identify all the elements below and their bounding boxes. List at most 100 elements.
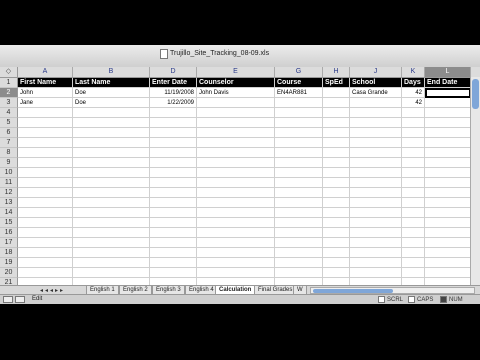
column-title-cell[interactable]: School <box>350 78 402 88</box>
table-cell[interactable] <box>350 178 402 188</box>
table-cell[interactable] <box>350 168 402 178</box>
table-cell[interactable] <box>350 188 402 198</box>
table-cell[interactable] <box>350 138 402 148</box>
column-title-cell[interactable]: First Name <box>18 78 73 88</box>
table-cell[interactable]: 1/22/2009 <box>150 98 197 108</box>
table-cell[interactable] <box>350 128 402 138</box>
table-cell[interactable] <box>197 118 275 128</box>
row-number[interactable]: 7 <box>0 138 18 148</box>
table-cell[interactable] <box>18 198 73 208</box>
table-cell[interactable] <box>323 198 350 208</box>
table-cell[interactable] <box>425 268 471 278</box>
table-cell[interactable]: Doe <box>73 88 150 98</box>
table-cell[interactable] <box>197 138 275 148</box>
table-cell[interactable] <box>150 188 197 198</box>
horizontal-scroll-thumb[interactable] <box>313 289 393 293</box>
table-cell[interactable] <box>150 218 197 228</box>
table-cell[interactable]: John Davis <box>197 88 275 98</box>
table-cell[interactable] <box>350 248 402 258</box>
table-cell[interactable] <box>197 148 275 158</box>
column-header-j[interactable]: J <box>350 67 402 77</box>
row-number[interactable]: 3 <box>0 98 18 108</box>
table-cell[interactable] <box>275 228 323 238</box>
table-cell[interactable] <box>323 228 350 238</box>
column-title-cell[interactable]: Days <box>402 78 425 88</box>
column-header-k[interactable]: K <box>402 67 425 77</box>
table-cell[interactable] <box>402 168 425 178</box>
vertical-scroll-thumb[interactable] <box>472 79 479 109</box>
page-layout-view-icon[interactable] <box>15 296 25 303</box>
column-header-a[interactable]: A <box>18 67 73 77</box>
table-cell[interactable] <box>197 218 275 228</box>
row-number[interactable]: 14 <box>0 208 18 218</box>
row-number[interactable]: 13 <box>0 198 18 208</box>
column-title-cell[interactable]: Course <box>275 78 323 88</box>
table-cell[interactable] <box>197 188 275 198</box>
table-cell[interactable] <box>425 158 471 168</box>
table-cell[interactable] <box>150 178 197 188</box>
table-cell[interactable] <box>18 248 73 258</box>
table-cell[interactable] <box>425 218 471 228</box>
table-cell[interactable] <box>275 268 323 278</box>
table-cell[interactable] <box>150 108 197 118</box>
table-cell[interactable] <box>275 148 323 158</box>
table-cell[interactable] <box>18 168 73 178</box>
table-cell[interactable] <box>150 168 197 178</box>
table-cell[interactable] <box>73 248 150 258</box>
table-cell[interactable] <box>425 258 471 268</box>
row-number[interactable]: 5 <box>0 118 18 128</box>
table-cell[interactable] <box>402 148 425 158</box>
table-cell[interactable] <box>73 268 150 278</box>
column-title-cell[interactable]: Enter Date <box>150 78 197 88</box>
table-cell[interactable] <box>350 108 402 118</box>
table-cell[interactable] <box>425 238 471 248</box>
table-cell[interactable] <box>73 148 150 158</box>
table-cell[interactable] <box>402 178 425 188</box>
column-header-e[interactable]: E <box>197 67 275 77</box>
table-cell[interactable] <box>197 268 275 278</box>
table-cell[interactable] <box>73 168 150 178</box>
row-number[interactable]: 2 <box>0 88 18 98</box>
table-cell[interactable] <box>323 238 350 248</box>
table-cell[interactable] <box>275 218 323 228</box>
table-cell[interactable] <box>323 178 350 188</box>
table-cell[interactable] <box>18 238 73 248</box>
table-cell[interactable] <box>425 148 471 158</box>
column-header-b[interactable]: B <box>73 67 150 77</box>
column-header-d[interactable]: D <box>150 67 197 77</box>
table-cell[interactable] <box>18 128 73 138</box>
table-cell[interactable] <box>197 108 275 118</box>
table-cell[interactable] <box>197 208 275 218</box>
table-cell[interactable] <box>150 128 197 138</box>
table-cell[interactable] <box>323 148 350 158</box>
table-cell[interactable] <box>425 168 471 178</box>
table-cell[interactable] <box>73 178 150 188</box>
table-cell[interactable] <box>73 128 150 138</box>
table-cell[interactable] <box>323 218 350 228</box>
table-cell[interactable] <box>197 98 275 108</box>
row-number[interactable]: 17 <box>0 238 18 248</box>
table-cell[interactable] <box>275 98 323 108</box>
table-cell[interactable]: Casa Grande <box>350 88 402 98</box>
table-cell[interactable] <box>197 128 275 138</box>
table-cell[interactable] <box>323 88 350 98</box>
table-cell[interactable] <box>150 228 197 238</box>
table-cell[interactable] <box>425 228 471 238</box>
table-cell[interactable]: Jane <box>18 98 73 108</box>
table-cell[interactable] <box>350 98 402 108</box>
column-header-h[interactable]: H <box>323 67 350 77</box>
table-cell[interactable] <box>150 118 197 128</box>
table-cell[interactable] <box>18 268 73 278</box>
table-cell[interactable] <box>402 238 425 248</box>
table-cell[interactable] <box>275 128 323 138</box>
row-number[interactable]: 16 <box>0 228 18 238</box>
table-cell[interactable]: 42 <box>402 88 425 98</box>
table-cell[interactable] <box>350 208 402 218</box>
row-number[interactable]: 8 <box>0 148 18 158</box>
table-cell[interactable] <box>150 148 197 158</box>
table-cell[interactable] <box>73 198 150 208</box>
table-cell[interactable] <box>350 258 402 268</box>
table-cell[interactable] <box>323 258 350 268</box>
table-cell[interactable] <box>275 208 323 218</box>
table-cell[interactable] <box>323 208 350 218</box>
